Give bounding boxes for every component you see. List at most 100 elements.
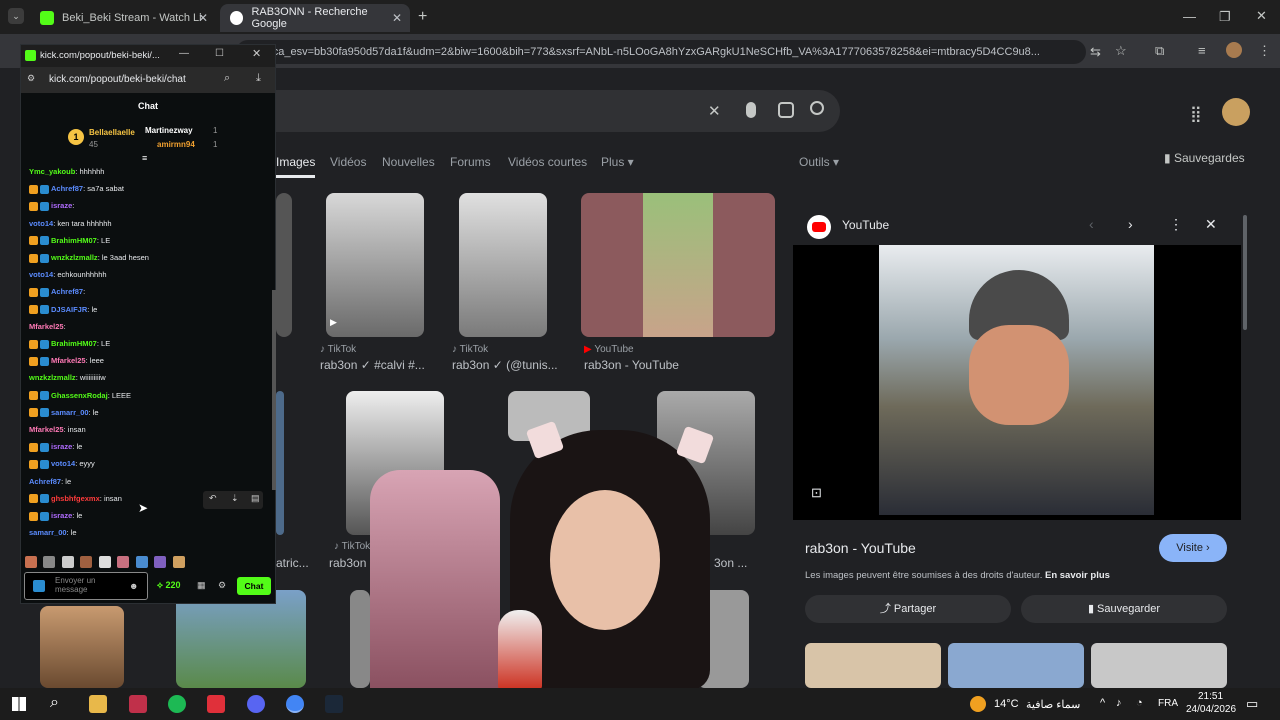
- maximize-icon[interactable]: ❐: [1219, 9, 1231, 25]
- saved-button[interactable]: ▮ Sauvegardes: [1164, 151, 1245, 165]
- result-image[interactable]: [581, 193, 775, 337]
- related-image[interactable]: [805, 643, 941, 688]
- pin-icon[interactable]: ⇣: [231, 493, 239, 504]
- lens-icon[interactable]: [778, 102, 794, 118]
- chat-message[interactable]: Achref87:: [29, 287, 85, 297]
- chat-username[interactable]: Ymc_yakoub: [29, 167, 75, 176]
- chat-message[interactable]: samarr_00: le: [29, 528, 77, 537]
- previous-icon[interactable]: ‹: [1089, 216, 1094, 232]
- google-account-avatar[interactable]: [1222, 98, 1250, 126]
- weather-temp[interactable]: 14°C: [994, 698, 1019, 710]
- chat-username[interactable]: samarr_00: [51, 408, 89, 417]
- minimize-icon[interactable]: —: [179, 48, 189, 59]
- network-icon[interactable]: ◔: [1136, 697, 1143, 709]
- chat-message[interactable]: israze: le: [29, 442, 82, 452]
- chat-message[interactable]: ghsbhfgexmx: insan: [29, 494, 122, 504]
- leader-second-name[interactable]: Martinezway: [145, 126, 193, 135]
- emote[interactable]: [98, 555, 111, 568]
- chat-username[interactable]: voto14: [29, 219, 53, 228]
- chat-message[interactable]: Mfarkel25: leee: [29, 356, 104, 366]
- related-image[interactable]: [1091, 643, 1227, 688]
- chat-username[interactable]: israze: [51, 201, 72, 210]
- chat-username[interactable]: israze: [51, 442, 72, 451]
- adobe-icon[interactable]: [207, 695, 225, 713]
- chat-username[interactable]: Achref87: [51, 184, 83, 193]
- send-chat-button[interactable]: Chat: [237, 577, 271, 595]
- discord-icon[interactable]: [247, 695, 265, 713]
- input-language[interactable]: FRA: [1158, 698, 1178, 709]
- chat-message[interactable]: samarr_00: le: [29, 408, 99, 418]
- result-image[interactable]: [350, 590, 370, 688]
- result-image[interactable]: [276, 391, 284, 535]
- close-panel-icon[interactable]: ✕: [1205, 216, 1217, 233]
- tab-more[interactable]: Plus ▾: [601, 155, 634, 169]
- learn-more-link[interactable]: En savoir plus: [1045, 570, 1110, 581]
- emote[interactable]: [61, 555, 74, 568]
- chat-message-input[interactable]: Envoyer un message ☻: [24, 572, 148, 600]
- chat-username[interactable]: Mfarkel25: [51, 356, 86, 365]
- chat-username[interactable]: samarr_00: [29, 528, 67, 537]
- maximize-icon[interactable]: ☐: [215, 48, 224, 59]
- tools-button[interactable]: Outils ▾: [799, 155, 839, 169]
- menu-icon[interactable]: ⋮: [1258, 43, 1271, 59]
- close-icon[interactable]: ✕: [198, 11, 208, 25]
- save-button[interactable]: ▮ Sauvegarder: [1021, 595, 1227, 623]
- search-icon[interactable]: [810, 101, 824, 115]
- clear-icon[interactable]: ✕: [708, 102, 721, 120]
- chat-message[interactable]: Achref87: sa7a sabat: [29, 184, 124, 194]
- chat-username[interactable]: wnzkzlzmallz: [51, 253, 98, 262]
- rules-icon[interactable]: ▦: [197, 580, 206, 591]
- volume-icon[interactable]: ♪: [1116, 697, 1122, 709]
- related-image[interactable]: [948, 643, 1084, 688]
- chat-message[interactable]: Mfarkel25: insan: [29, 425, 86, 434]
- result-title[interactable]: atric...: [276, 556, 309, 570]
- tab-images[interactable]: Images: [276, 155, 316, 178]
- result-image[interactable]: [176, 590, 306, 688]
- start-icon[interactable]: [12, 697, 26, 711]
- more-options-icon[interactable]: ⋮: [1169, 216, 1183, 233]
- chat-username[interactable]: BrahimHM07: [51, 339, 97, 348]
- share-button[interactable]: ⤴ Partager: [805, 595, 1011, 623]
- search-icon[interactable]: ⌕: [224, 72, 230, 85]
- chat-message[interactable]: Mfarkel25:: [29, 322, 66, 331]
- translate-icon[interactable]: ⇆: [1090, 44, 1101, 60]
- chrome-icon[interactable]: [286, 695, 304, 713]
- clock-date[interactable]: 24/04/2026: [1186, 704, 1236, 715]
- microphone-icon[interactable]: [746, 102, 756, 118]
- emote[interactable]: [117, 555, 130, 568]
- file-explorer-icon[interactable]: [89, 695, 107, 713]
- chat-message[interactable]: voto14: ken tara hhhhhh: [29, 219, 112, 228]
- delete-icon[interactable]: ▤: [251, 493, 260, 504]
- close-icon[interactable]: ✕: [252, 47, 261, 60]
- chat-username[interactable]: wnzkzlzmallz: [29, 373, 76, 382]
- tab-short-videos[interactable]: Vidéos courtes: [508, 155, 587, 169]
- steam-icon[interactable]: [325, 695, 343, 713]
- expand-icon[interactable]: ≡: [142, 153, 147, 163]
- result-title[interactable]: rab3on - YouTube: [584, 358, 679, 372]
- extensions-icon[interactable]: ⧉: [1155, 43, 1164, 59]
- emote[interactable]: [135, 555, 148, 568]
- chat-username[interactable]: Mfarkel25: [29, 425, 64, 434]
- chat-message[interactable]: Achref87: le: [29, 477, 71, 486]
- chat-username[interactable]: Achref87: [51, 287, 83, 296]
- settings-icon[interactable]: ⚙: [218, 580, 226, 591]
- panel-scrollbar[interactable]: [1243, 215, 1247, 330]
- new-tab-icon[interactable]: +: [418, 8, 427, 26]
- tab-news[interactable]: Nouvelles: [382, 155, 435, 169]
- reply-icon[interactable]: ↶: [209, 493, 217, 504]
- clock-time[interactable]: 21:51: [1198, 691, 1223, 702]
- apps-grid-icon[interactable]: ⣿: [1190, 104, 1202, 124]
- preview-image[interactable]: [879, 245, 1154, 515]
- emote[interactable]: [80, 555, 93, 568]
- chat-message[interactable]: BrahimHM07: LE: [29, 339, 110, 349]
- emote[interactable]: [25, 555, 37, 568]
- search-input[interactable]: ✕: [240, 90, 840, 132]
- result-title[interactable]: rab3on ✓ #calvi #...: [320, 358, 425, 372]
- address-bar[interactable]: NN&sca_esv=bb30fa950d57da1f&udm=2&biw=16…: [236, 40, 1086, 64]
- visit-button[interactable]: Visite ›: [1159, 534, 1227, 562]
- download-icon[interactable]: ⤓: [256, 72, 261, 85]
- chat-username[interactable]: voto14: [51, 459, 75, 468]
- chat-message[interactable]: wnzkzlzmallz: wiiiiiiiiiw: [29, 373, 106, 382]
- chat-username[interactable]: DJSAIFJR: [51, 305, 87, 314]
- preview-title[interactable]: rab3on - YouTube: [805, 540, 916, 556]
